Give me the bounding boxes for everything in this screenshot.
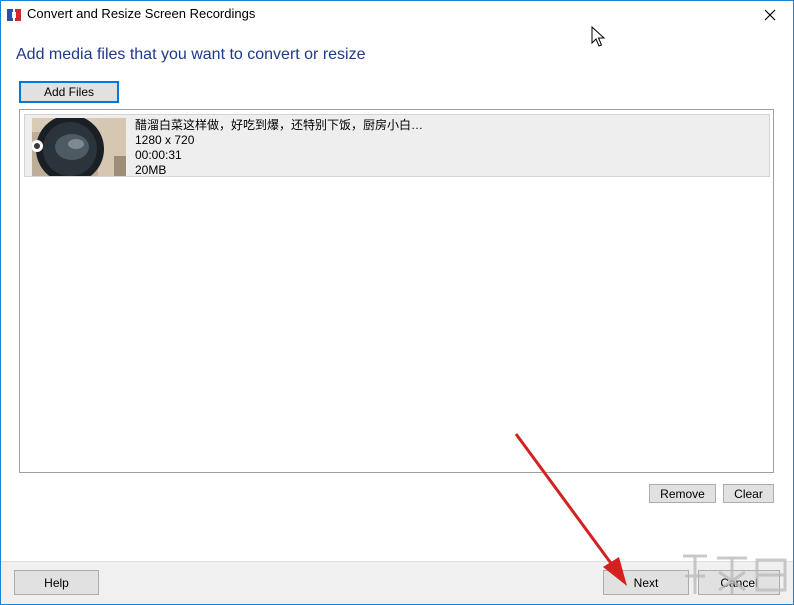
convert-resize-window: Convert and Resize Screen Recordings Add… xyxy=(0,0,794,605)
annotation-arrow xyxy=(514,433,627,586)
